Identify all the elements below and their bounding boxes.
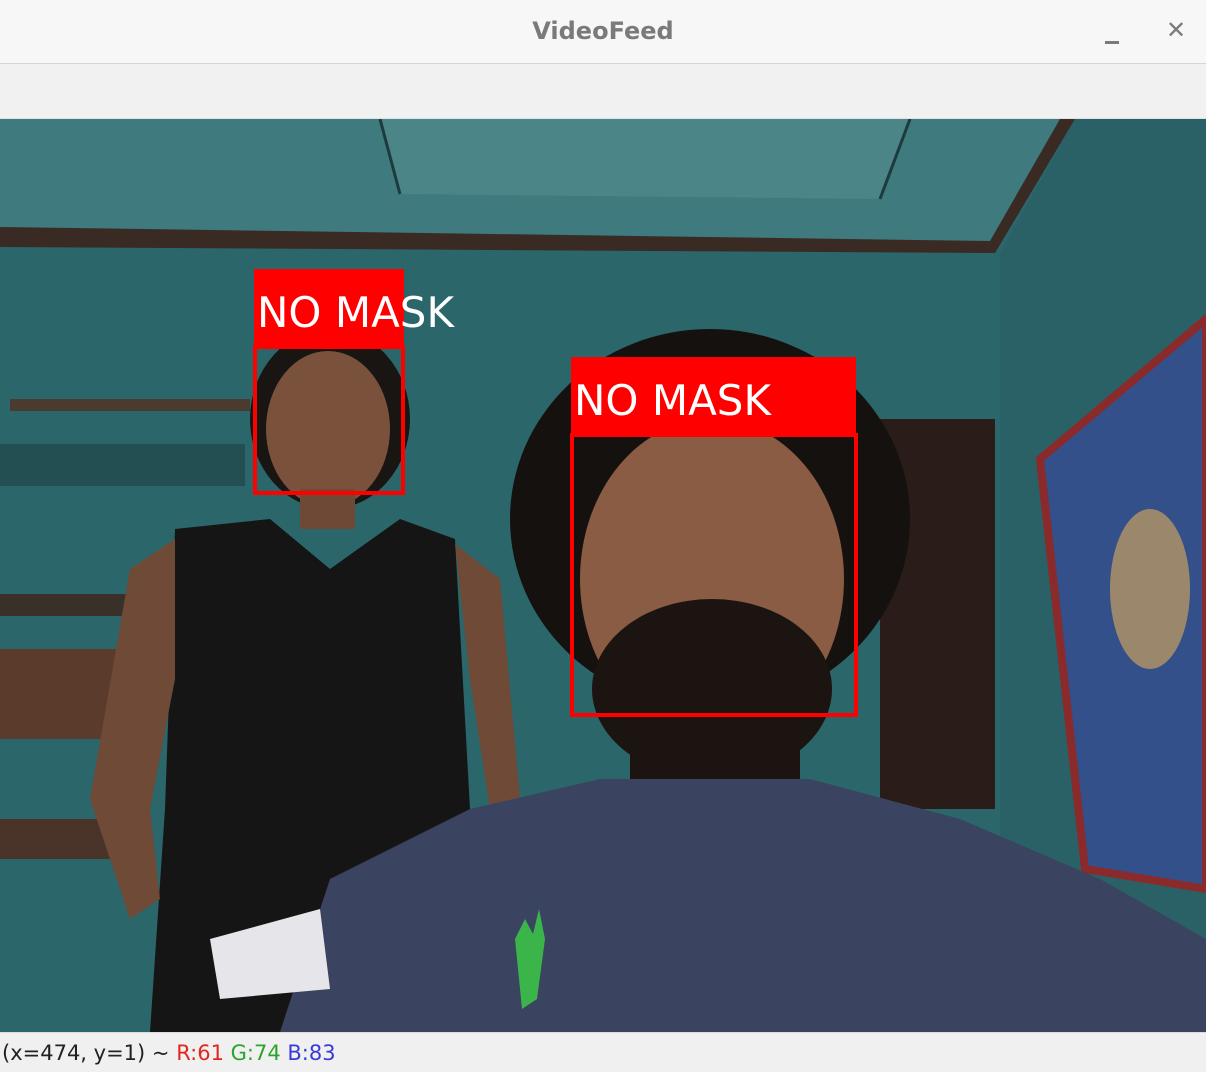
title-bar[interactable]: VideoFeed ✕	[0, 0, 1206, 64]
detection-label: NO MASK	[574, 376, 772, 425]
minimize-button[interactable]	[1092, 10, 1132, 50]
cursor-coordinates: (x=474, y=1) ~	[2, 1041, 170, 1065]
pixel-red-value: R:61	[176, 1041, 224, 1065]
detection-label: NO MASK	[257, 288, 455, 337]
close-icon: ✕	[1165, 16, 1187, 44]
camera-image: NO MASK NO MASK	[0, 119, 1206, 1032]
books	[0, 649, 120, 739]
window-title: VideoFeed	[532, 17, 674, 45]
status-bar: (x=474, y=1) ~ R:61 G:74 B:83	[0, 1032, 1206, 1072]
shelf	[10, 399, 250, 411]
pixel-blue-value: B:83	[287, 1041, 336, 1065]
minimize-icon	[1105, 40, 1119, 44]
pixel-green-value: G:74	[230, 1041, 281, 1065]
toolbar	[0, 64, 1206, 119]
shelf	[0, 444, 245, 486]
ceiling-panel	[380, 119, 910, 199]
shelf	[0, 594, 130, 616]
video-frame[interactable]: NO MASK NO MASK	[0, 119, 1206, 1032]
video-feed-window: VideoFeed ✕ NO MASK NO MASK (x=474, y=1)…	[0, 0, 1206, 1072]
shelf	[0, 819, 110, 859]
close-button[interactable]: ✕	[1156, 10, 1196, 50]
person-face	[266, 351, 390, 507]
